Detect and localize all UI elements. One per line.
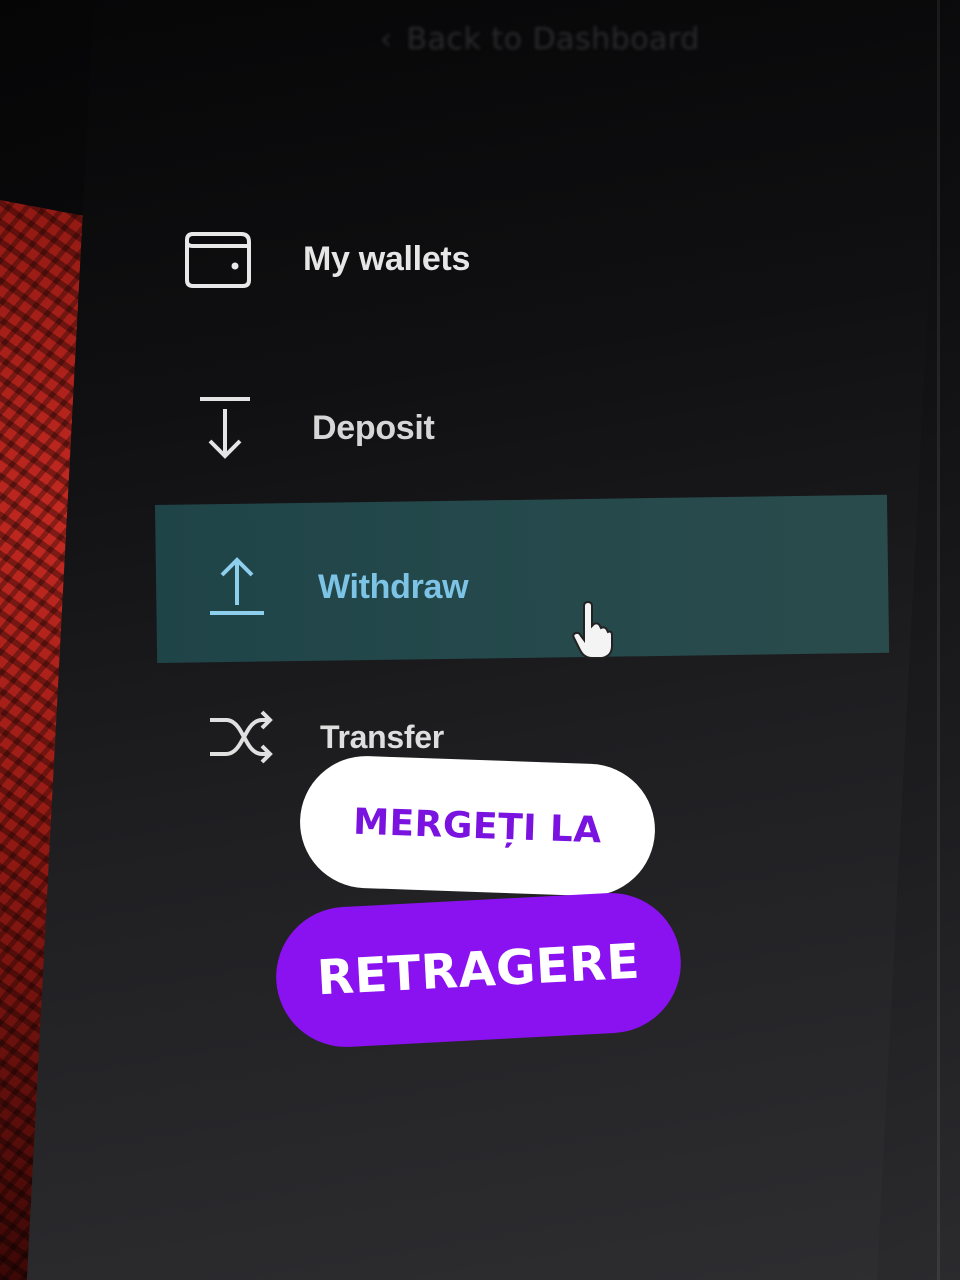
- photo-stage: ‹ Back to Dashboard My wallets Deposit W…: [0, 0, 960, 1280]
- overlay-pill-bottom: RETRAGERE: [272, 889, 685, 1051]
- menu-item-label: Withdraw: [318, 567, 469, 606]
- hand-pointer-cursor-icon: [570, 600, 614, 664]
- shuffle-icon: [206, 708, 276, 766]
- menu-item-label: My wallets: [303, 239, 471, 278]
- monitor-edge: [937, 0, 940, 1280]
- menu-item-withdraw[interactable]: Withdraw: [208, 555, 469, 619]
- menu-item-label: Deposit: [312, 408, 435, 447]
- arrow-up-icon: [208, 555, 266, 619]
- menu-item-label: Transfer: [320, 718, 444, 755]
- menu-item-my-wallets[interactable]: My wallets: [183, 228, 470, 290]
- arrow-down-icon: [196, 395, 254, 461]
- back-to-dashboard-link[interactable]: ‹ Back to Dashboard: [380, 22, 700, 57]
- back-link-label: Back to Dashboard: [406, 22, 700, 57]
- wallet-icon: [183, 228, 255, 290]
- overlay-line1: MERGEȚI LA: [352, 801, 603, 851]
- menu-item-deposit[interactable]: Deposit: [196, 395, 435, 461]
- overlay-line2: RETRAGERE: [315, 933, 642, 1007]
- chevron-left-icon: ‹: [380, 22, 393, 57]
- overlay-pill-top: MERGEȚI LA: [297, 753, 658, 899]
